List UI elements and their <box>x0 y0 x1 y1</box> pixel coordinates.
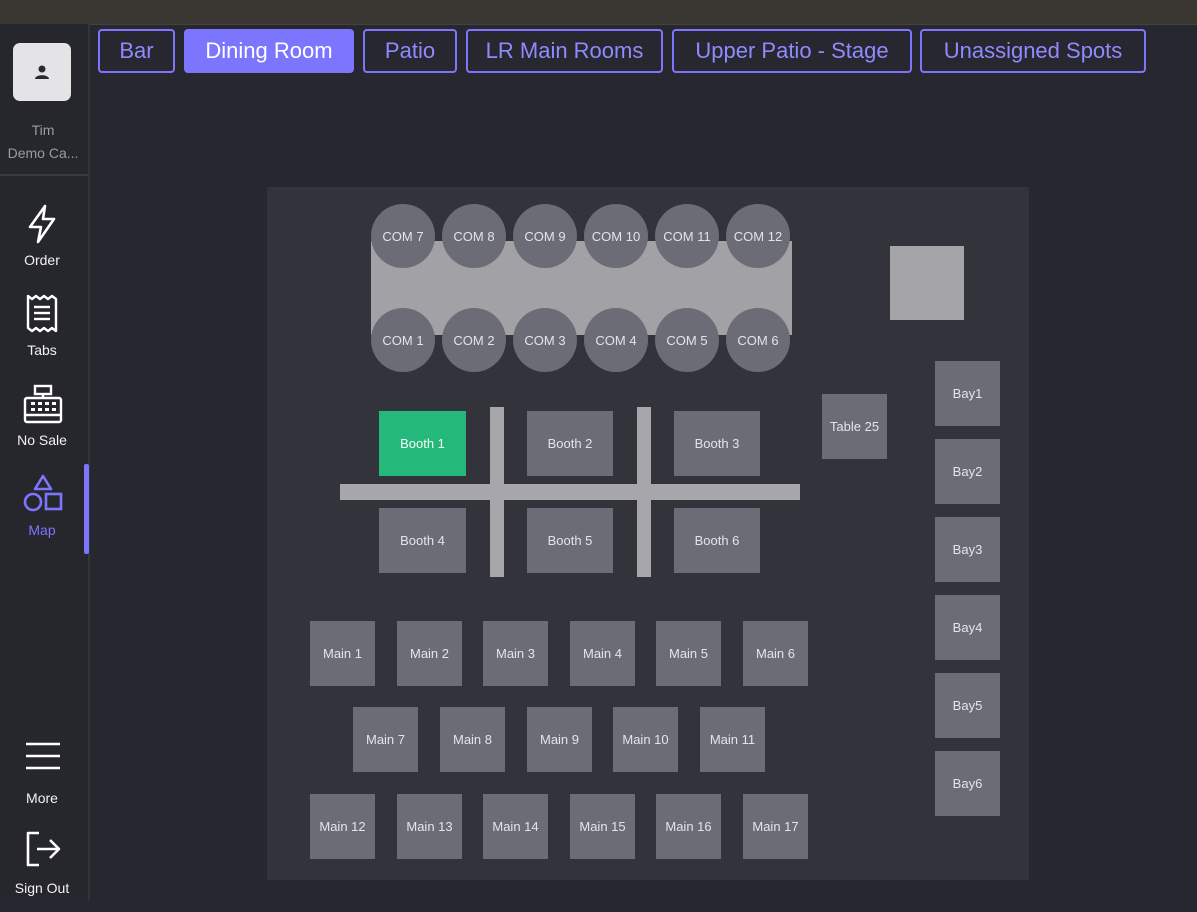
table-booth-5[interactable]: Booth 5 <box>527 508 613 573</box>
table-main-8[interactable]: Main 8 <box>440 707 505 772</box>
table-main-5[interactable]: Main 5 <box>656 621 721 686</box>
table-bay-5[interactable]: Bay5 <box>935 673 1000 738</box>
sign-out-icon <box>26 831 61 867</box>
table-main-13[interactable]: Main 13 <box>397 794 462 859</box>
table-main-6[interactable]: Main 6 <box>743 621 808 686</box>
user-icon <box>35 65 49 79</box>
seat-com-2[interactable]: COM 2 <box>442 308 506 372</box>
tab-upper-patio-stage[interactable]: Upper Patio - Stage <box>672 29 912 73</box>
table-main-10[interactable]: Main 10 <box>613 707 678 772</box>
seat-com-4[interactable]: COM 4 <box>584 308 648 372</box>
cash-register-icon <box>23 384 63 424</box>
communal-table <box>371 241 792 335</box>
seat-com-12[interactable]: COM 12 <box>726 204 790 268</box>
nav-label-sign-out: Sign Out <box>14 880 70 896</box>
table-booth-2[interactable]: Booth 2 <box>527 411 613 476</box>
table-bay-1[interactable]: Bay1 <box>935 361 1000 426</box>
table-main-7[interactable]: Main 7 <box>353 707 418 772</box>
table-main-12[interactable]: Main 12 <box>310 794 375 859</box>
sidebar-divider <box>0 174 88 176</box>
nav-label-order: Order <box>24 252 60 268</box>
sidebar: Tim Demo Ca... Order Tabs No Sale Map Mo… <box>0 24 90 900</box>
nav-label-map: Map <box>28 522 56 538</box>
table-main-16[interactable]: Main 16 <box>656 794 721 859</box>
table-booth-3[interactable]: Booth 3 <box>674 411 760 476</box>
table-25[interactable]: Table 25 <box>822 394 887 459</box>
seat-com-11[interactable]: COM 11 <box>655 204 719 268</box>
nav-item-more[interactable]: More <box>0 738 84 820</box>
menu-icon <box>26 742 60 770</box>
receipt-icon <box>26 294 58 333</box>
seat-com-3[interactable]: COM 3 <box>513 308 577 372</box>
table-booth-4[interactable]: Booth 4 <box>379 508 466 573</box>
seat-com-5[interactable]: COM 5 <box>655 308 719 372</box>
table-booth-1[interactable]: Booth 1 <box>379 411 466 476</box>
nav-label-tabs: Tabs <box>27 342 57 358</box>
user-company: Demo Ca... <box>7 145 79 161</box>
seat-com-8[interactable]: COM 8 <box>442 204 506 268</box>
tab-lr-main-rooms[interactable]: LR Main Rooms <box>466 29 663 73</box>
nav-item-map[interactable]: Map <box>0 474 84 556</box>
floor-fixture <box>890 246 964 320</box>
window-top-bar <box>0 0 1197 25</box>
table-main-11[interactable]: Main 11 <box>700 707 765 772</box>
table-main-14[interactable]: Main 14 <box>483 794 548 859</box>
nav-item-no-sale[interactable]: No Sale <box>0 384 84 466</box>
seat-com-10[interactable]: COM 10 <box>584 204 648 268</box>
tab-bar[interactable]: Bar <box>98 29 175 73</box>
table-bay-6[interactable]: Bay6 <box>935 751 1000 816</box>
seat-com-9[interactable]: COM 9 <box>513 204 577 268</box>
tab-unassigned-spots[interactable]: Unassigned Spots <box>920 29 1146 73</box>
table-bay-4[interactable]: Bay4 <box>935 595 1000 660</box>
booth-divider-horizontal <box>340 484 800 500</box>
table-main-2[interactable]: Main 2 <box>397 621 462 686</box>
table-main-9[interactable]: Main 9 <box>527 707 592 772</box>
table-main-17[interactable]: Main 17 <box>743 794 808 859</box>
booth-divider-left <box>490 407 504 577</box>
table-main-1[interactable]: Main 1 <box>310 621 375 686</box>
nav-item-tabs[interactable]: Tabs <box>0 294 84 376</box>
active-nav-indicator <box>84 464 89 554</box>
seat-com-6[interactable]: COM 6 <box>726 308 790 372</box>
seat-com-1[interactable]: COM 1 <box>371 308 435 372</box>
table-bay-3[interactable]: Bay3 <box>935 517 1000 582</box>
nav-label-no-sale: No Sale <box>17 432 67 448</box>
lightning-icon <box>28 204 56 244</box>
table-main-3[interactable]: Main 3 <box>483 621 548 686</box>
table-bay-2[interactable]: Bay2 <box>935 439 1000 504</box>
user-name: Tim <box>31 122 55 138</box>
nav-label-more: More <box>26 790 58 806</box>
table-main-15[interactable]: Main 15 <box>570 794 635 859</box>
table-booth-6[interactable]: Booth 6 <box>674 508 760 573</box>
nav-item-order[interactable]: Order <box>0 204 84 286</box>
tab-dining-room[interactable]: Dining Room <box>184 29 354 73</box>
table-main-4[interactable]: Main 4 <box>570 621 635 686</box>
tab-patio[interactable]: Patio <box>363 29 457 73</box>
user-avatar[interactable] <box>13 43 71 101</box>
seat-com-7[interactable]: COM 7 <box>371 204 435 268</box>
booth-divider-right <box>637 407 651 577</box>
shapes-icon <box>23 474 63 512</box>
